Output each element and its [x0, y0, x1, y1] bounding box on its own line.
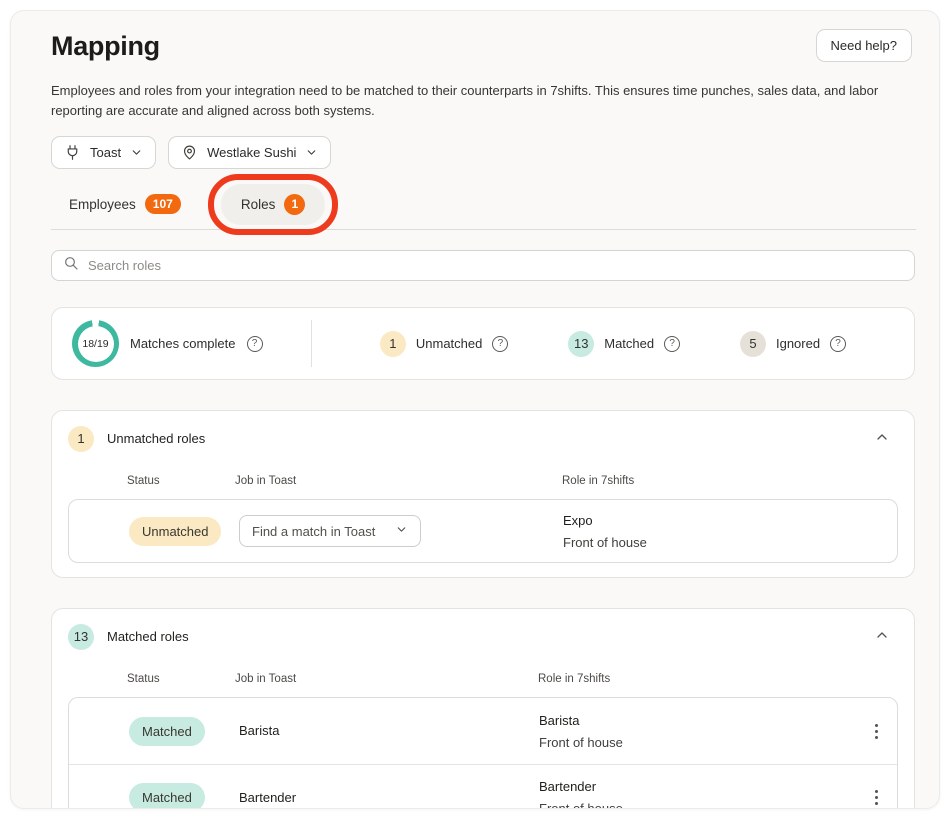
- role-cell: Expo Front of house: [563, 513, 855, 550]
- unmatched-section-count-badge: 1: [68, 426, 94, 452]
- help-circle-icon[interactable]: ?: [247, 336, 263, 352]
- table-row-matched-barista: Matched Barista Barista Front of house: [69, 698, 897, 764]
- column-header-role: Role in 7shifts: [538, 673, 898, 685]
- unmatched-roles-header: 1 Unmatched roles: [68, 425, 898, 452]
- help-circle-icon[interactable]: ?: [664, 336, 680, 352]
- table-row-matched-bartender: Matched Bartender Bartender Front of hou…: [69, 764, 897, 809]
- location-pin-icon: [181, 144, 198, 161]
- matched-column-headers: Status Job in Toast Role in 7shifts: [68, 673, 898, 685]
- column-header-role: Role in 7shifts: [562, 475, 898, 487]
- matched-rows: Matched Barista Barista Front of house M…: [68, 697, 898, 809]
- chevron-up-icon: [874, 433, 890, 448]
- unmatched-section-title: Unmatched roles: [107, 431, 853, 446]
- tab-roles[interactable]: Roles 1: [221, 184, 326, 225]
- roles-count-badge: 1: [284, 194, 305, 215]
- filter-bar: Toast Westlake Sushi: [51, 136, 912, 169]
- find-match-select-label: Find a match in Toast: [252, 524, 375, 539]
- status-cell: Unmatched: [129, 517, 239, 546]
- matched-roles-section: 13 Matched roles Status Job in Toast Rol…: [51, 608, 915, 809]
- unmatched-count-badge: 1: [380, 331, 406, 357]
- stats-group: 1 Unmatched ? 13 Matched ? 5 Ignored ?: [312, 331, 914, 357]
- integration-dropdown[interactable]: Toast: [51, 136, 156, 169]
- page-header: Mapping Need help?: [51, 29, 912, 62]
- role-name: Expo: [563, 513, 855, 528]
- location-dropdown-label: Westlake Sushi: [207, 145, 296, 160]
- role-group: Front of house: [563, 535, 855, 550]
- chevron-down-icon: [305, 146, 318, 159]
- role-group: Front of house: [539, 735, 855, 750]
- status-cell: Matched: [129, 783, 239, 809]
- status-badge: Unmatched: [129, 517, 221, 546]
- ignored-count-badge: 5: [740, 331, 766, 357]
- unmatched-stat-label: Unmatched: [416, 336, 482, 351]
- matched-stat: 13 Matched ?: [568, 331, 680, 357]
- tab-bar: Employees 107 Roles 1: [51, 182, 912, 226]
- help-circle-icon[interactable]: ?: [492, 336, 508, 352]
- column-header-job: Job in Toast: [235, 673, 538, 685]
- role-cell: Bartender Front of house: [539, 779, 855, 809]
- matches-progress-donut: 18/19: [72, 320, 119, 367]
- unmatched-stat: 1 Unmatched ?: [380, 331, 508, 357]
- table-row-unmatched-expo: Unmatched Find a match in Toast Expo Fro…: [69, 500, 897, 562]
- matches-complete-label: Matches complete: [130, 336, 236, 351]
- role-name: Barista: [539, 713, 855, 728]
- matched-count-badge: 13: [568, 331, 594, 357]
- matches-progress-value: 18/19: [78, 326, 114, 362]
- matched-section-count-badge: 13: [68, 624, 94, 650]
- matched-section-title: Matched roles: [107, 629, 853, 644]
- need-help-button[interactable]: Need help?: [816, 29, 913, 62]
- job-name: Bartender: [239, 790, 296, 805]
- mapping-panel: Mapping Need help? Employees and roles f…: [10, 10, 940, 809]
- search-roles-input[interactable]: [88, 258, 903, 273]
- employees-count-badge: 107: [145, 194, 181, 214]
- integration-dropdown-label: Toast: [90, 145, 121, 160]
- column-header-status: Status: [127, 475, 235, 487]
- matched-stat-label: Matched: [604, 336, 654, 351]
- status-badge: Matched: [129, 717, 205, 746]
- match-summary-card: 18/19 Matches complete ? 1 Unmatched ? 1…: [51, 307, 915, 380]
- tab-employees-label: Employees: [69, 197, 136, 212]
- collapse-unmatched-button[interactable]: [866, 425, 898, 452]
- chevron-down-icon: [130, 146, 143, 159]
- find-match-select[interactable]: Find a match in Toast: [239, 515, 421, 547]
- matches-complete-stat: 18/19 Matches complete ?: [52, 320, 311, 367]
- chevron-up-icon: [874, 631, 890, 646]
- column-header-status: Status: [127, 673, 235, 685]
- role-cell: Barista Front of house: [539, 713, 855, 750]
- unmatched-column-headers: Status Job in Toast Role in 7shifts: [68, 475, 898, 487]
- search-roles-box[interactable]: [51, 250, 915, 281]
- row-actions-kebab-icon[interactable]: [855, 784, 897, 809]
- plug-icon: [64, 144, 81, 161]
- status-badge: Matched: [129, 783, 205, 809]
- unmatched-rows: Unmatched Find a match in Toast Expo Fro…: [68, 499, 898, 563]
- job-cell: Find a match in Toast: [239, 515, 563, 547]
- search-icon: [63, 255, 79, 276]
- ignored-stat-label: Ignored: [776, 336, 820, 351]
- row-actions-kebab-icon[interactable]: [855, 718, 897, 745]
- tab-roles-label: Roles: [241, 197, 276, 212]
- role-group: Front of house: [539, 801, 855, 809]
- matched-roles-header: 13 Matched roles: [68, 623, 898, 650]
- column-header-job: Job in Toast: [235, 475, 562, 487]
- unmatched-roles-section: 1 Unmatched roles Status Job in Toast Ro…: [51, 410, 915, 578]
- chevron-down-icon: [395, 523, 408, 539]
- job-name: Barista: [239, 723, 279, 738]
- job-cell: Barista: [239, 722, 539, 740]
- status-cell: Matched: [129, 717, 239, 746]
- tabs-divider: [51, 229, 916, 230]
- ignored-stat: 5 Ignored ?: [740, 331, 846, 357]
- job-cell: Bartender: [239, 789, 539, 807]
- collapse-matched-button[interactable]: [866, 623, 898, 650]
- tab-employees[interactable]: Employees 107: [55, 185, 195, 223]
- page-description: Employees and roles from your integratio…: [51, 81, 912, 121]
- location-dropdown[interactable]: Westlake Sushi: [168, 136, 331, 169]
- page-title: Mapping: [51, 29, 160, 62]
- role-name: Bartender: [539, 779, 855, 794]
- help-circle-icon[interactable]: ?: [830, 336, 846, 352]
